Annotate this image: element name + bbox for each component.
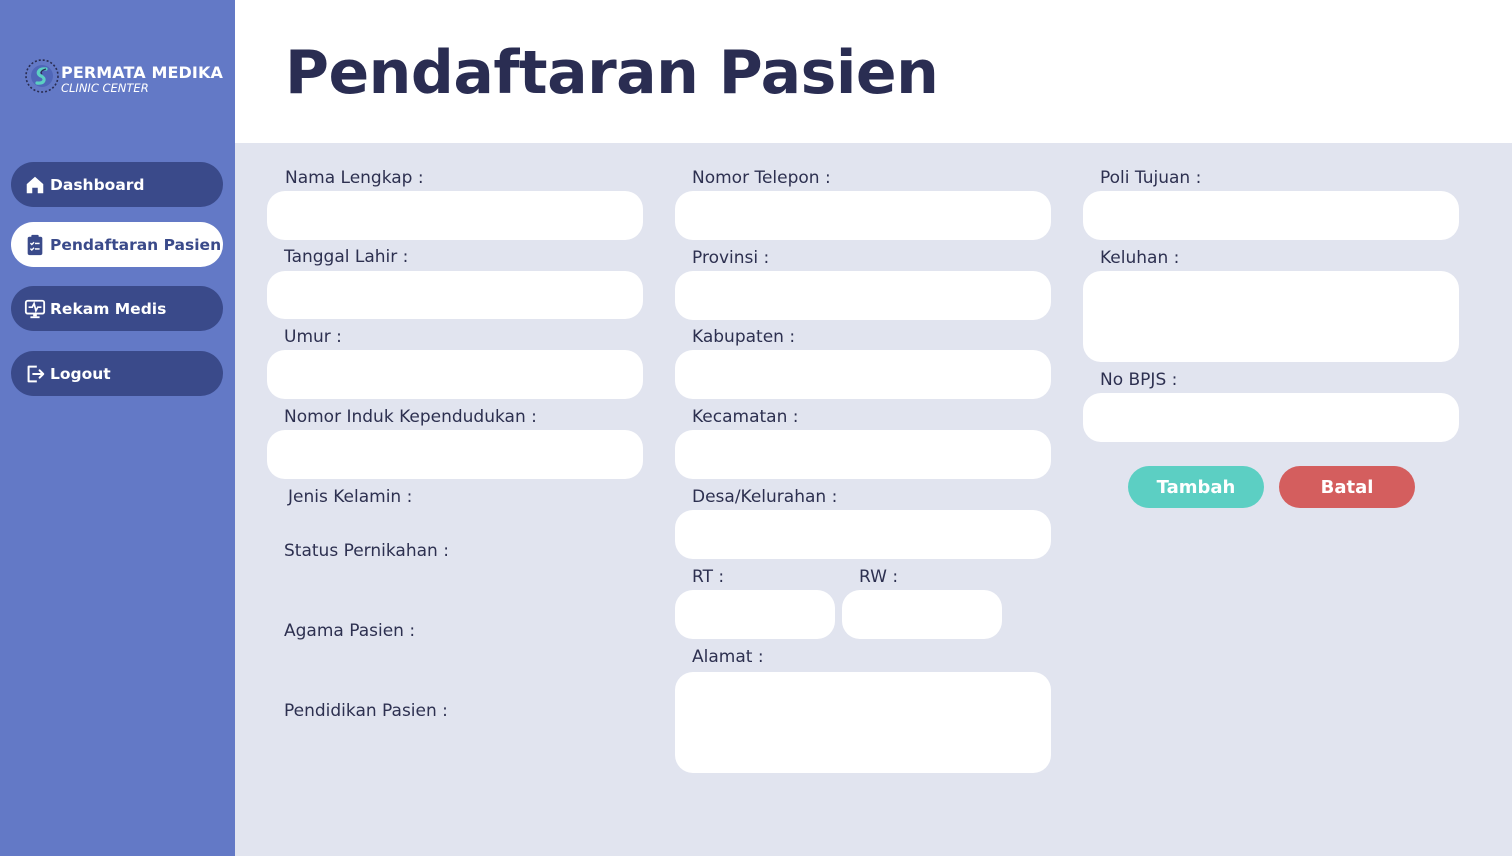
jenis-kelamin-label: Jenis Kelamin : xyxy=(288,487,413,507)
desa-kelurahan-label: Desa/Kelurahan : xyxy=(692,487,838,507)
tanggal-lahir-input[interactable] xyxy=(267,271,643,319)
umur-label: Umur : xyxy=(284,327,342,347)
agama-pasien-label: Agama Pasien : xyxy=(284,621,416,641)
no-bpjs-label: No BPJS : xyxy=(1100,370,1178,390)
clinic-logo-icon xyxy=(25,59,59,93)
no-bpjs-input[interactable] xyxy=(1083,393,1459,442)
page-header: Pendaftaran Pasien xyxy=(235,0,1512,143)
kecamatan-input[interactable] xyxy=(675,430,1051,479)
provinsi-label: Provinsi : xyxy=(692,248,770,268)
rt-input[interactable] xyxy=(675,590,835,639)
nama-lengkap-label: Nama Lengkap : xyxy=(285,168,424,188)
rt-label: RT : xyxy=(692,567,725,587)
pendidikan-pasien-label: Pendidikan Pasien : xyxy=(284,701,448,721)
brand-name: PERMATA MEDIKA xyxy=(61,63,223,82)
logout-icon xyxy=(24,363,46,385)
nomor-telepon-input[interactable] xyxy=(675,191,1051,240)
home-icon xyxy=(24,174,46,196)
rw-label: RW : xyxy=(859,567,899,587)
clipboard-list-icon xyxy=(24,234,46,256)
poli-tujuan-input[interactable] xyxy=(1083,191,1459,240)
brand-logo: PERMATA MEDIKA CLINIC CENTER xyxy=(24,58,229,98)
alamat-textarea[interactable] xyxy=(675,672,1051,773)
sidebar-item-logout[interactable]: Logout xyxy=(11,351,223,396)
sidebar-item-label: Logout xyxy=(50,364,111,383)
umur-input[interactable] xyxy=(267,350,643,399)
alamat-label: Alamat : xyxy=(692,647,764,667)
monitor-heartbeat-icon xyxy=(24,298,46,320)
sidebar: PERMATA MEDIKA CLINIC CENTER Dashboard P… xyxy=(0,0,235,856)
status-pernikahan-label: Status Pernikahan : xyxy=(284,541,449,561)
nomor-telepon-label: Nomor Telepon : xyxy=(692,168,831,188)
sidebar-item-rekam-medis[interactable]: Rekam Medis xyxy=(11,286,223,331)
brand-subtitle: CLINIC CENTER xyxy=(61,81,149,95)
desa-kelurahan-input[interactable] xyxy=(675,510,1051,559)
batal-button[interactable]: Batal xyxy=(1279,466,1415,508)
kabupaten-label: Kabupaten : xyxy=(692,327,796,347)
keluhan-label: Keluhan : xyxy=(1100,248,1180,268)
nama-lengkap-input[interactable] xyxy=(267,191,643,240)
page-title: Pendaftaran Pasien xyxy=(285,38,939,108)
tambah-button[interactable]: Tambah xyxy=(1128,466,1264,508)
provinsi-input[interactable] xyxy=(675,271,1051,320)
tanggal-lahir-label: Tanggal Lahir : xyxy=(284,247,409,267)
keluhan-textarea[interactable] xyxy=(1083,271,1459,362)
sidebar-item-pendaftaran-pasien[interactable]: Pendaftaran Pasien xyxy=(11,222,223,267)
sidebar-item-label: Dashboard xyxy=(50,175,145,194)
sidebar-item-label: Pendaftaran Pasien xyxy=(50,235,222,254)
rw-input[interactable] xyxy=(842,590,1002,639)
sidebar-item-label: Rekam Medis xyxy=(50,299,167,318)
kabupaten-input[interactable] xyxy=(675,350,1051,399)
sidebar-item-dashboard[interactable]: Dashboard xyxy=(11,162,223,207)
kecamatan-label: Kecamatan : xyxy=(692,407,799,427)
poli-tujuan-label: Poli Tujuan : xyxy=(1100,168,1202,188)
nik-label: Nomor Induk Kependudukan : xyxy=(284,407,537,427)
nik-input[interactable] xyxy=(267,430,643,479)
